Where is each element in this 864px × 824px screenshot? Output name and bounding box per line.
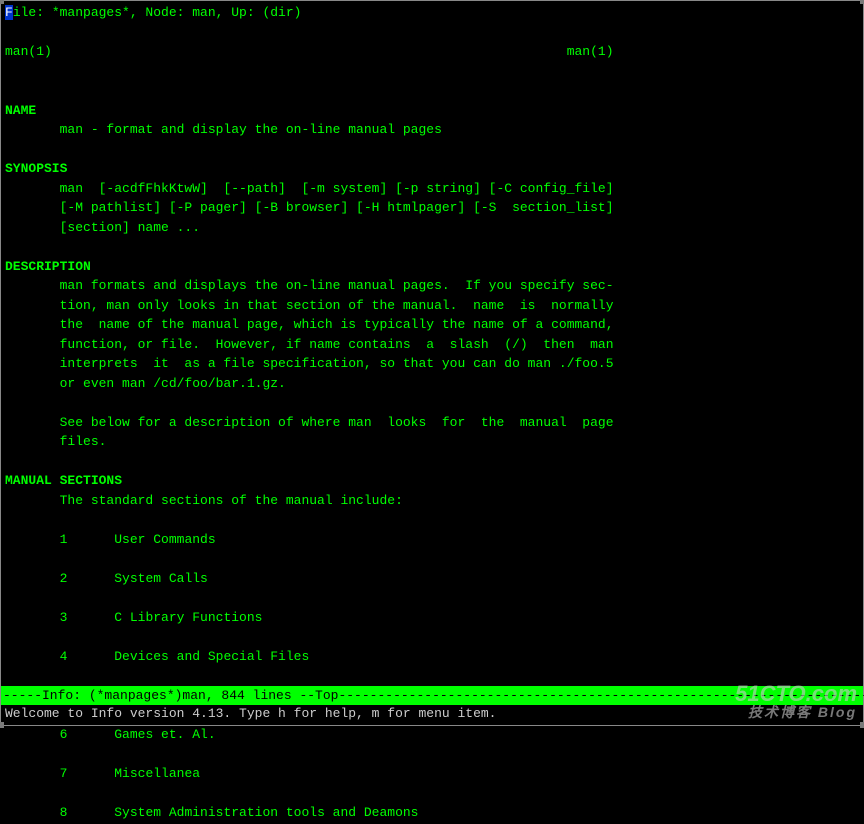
title-line: man(1) man(1)	[5, 42, 859, 62]
blank-line	[5, 549, 859, 569]
info-status-bar: -----Info: (*manpages*)man, 844 lines --…	[1, 686, 863, 706]
section-body-name: man - format and display the on-line man…	[5, 120, 859, 140]
selection-handle	[860, 722, 864, 728]
section-heading-description: DESCRIPTION	[5, 257, 859, 277]
info-header-text: ile: *manpages*, Node: man, Up: (dir)	[13, 5, 302, 20]
manual-section-row: 3 C Library Functions	[5, 608, 859, 628]
blank-line	[5, 237, 859, 257]
blank-line	[5, 452, 859, 472]
blank-line	[5, 62, 859, 101]
section-heading-name: NAME	[5, 101, 859, 121]
blank-line	[5, 510, 859, 530]
manual-sections-intro: The standard sections of the manual incl…	[5, 491, 859, 511]
manual-section-row: 6 Games et. Al.	[5, 725, 859, 745]
manual-section-row: 1 User Commands	[5, 530, 859, 550]
blank-line	[5, 744, 859, 764]
section-body-description: man formats and displays the on-line man…	[5, 276, 859, 452]
blank-line	[5, 23, 859, 43]
selection-handle	[0, 0, 4, 4]
selection-handle	[860, 0, 864, 4]
section-heading-synopsis: SYNOPSIS	[5, 159, 859, 179]
manual-section-row: 2 System Calls	[5, 569, 859, 589]
blank-line	[5, 627, 859, 647]
blank-line	[5, 666, 859, 686]
info-header-line: File: *manpages*, Node: man, Up: (dir)	[5, 3, 859, 23]
manual-section-row: 8 System Administration tools and Deamon…	[5, 803, 859, 823]
manual-section-row: 4 Devices and Special Files	[5, 647, 859, 667]
section-heading-manual-sections: MANUAL SECTIONS	[5, 471, 859, 491]
blank-line	[5, 140, 859, 160]
info-welcome-message: Welcome to Info version 4.13. Type h for…	[5, 704, 496, 724]
blank-line	[5, 783, 859, 803]
section-body-synopsis: man [-acdfFhkKtwW] [--path] [-m system] …	[5, 179, 859, 238]
manual-section-row: 7 Miscellanea	[5, 764, 859, 784]
cursor: F	[5, 5, 13, 20]
blank-line	[5, 588, 859, 608]
selection-handle	[0, 722, 4, 728]
